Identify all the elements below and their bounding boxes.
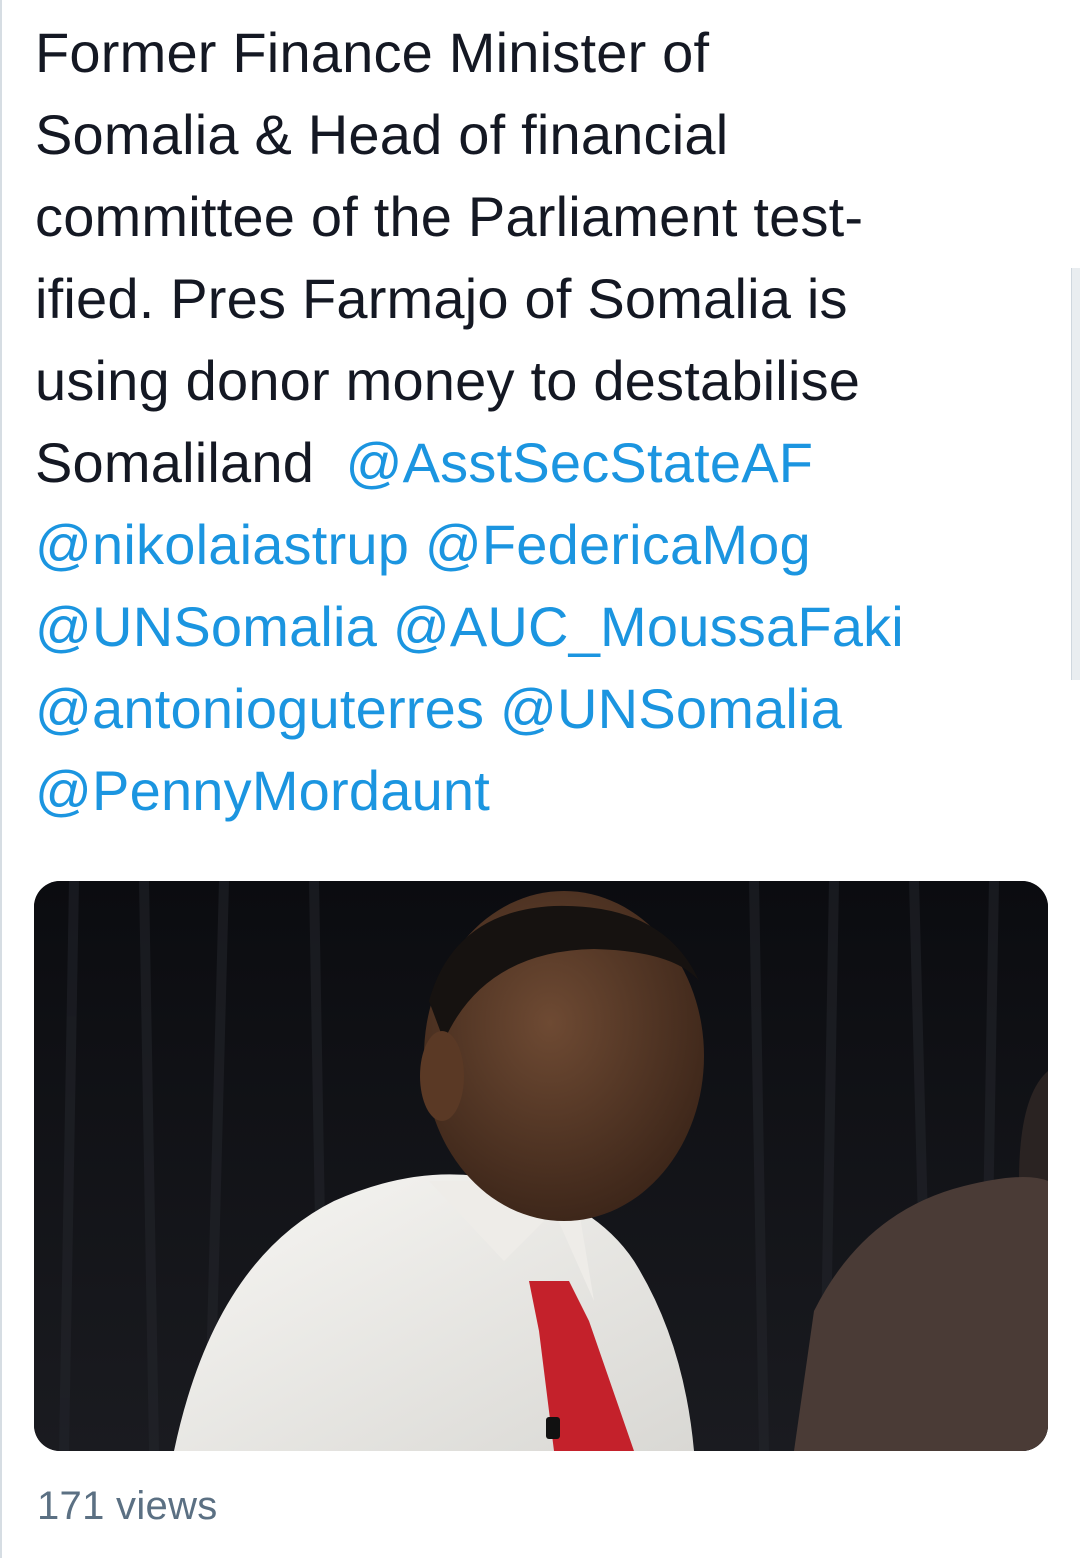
tweet-line: @UNSomalia @AUC_MoussaFaki <box>35 586 1045 668</box>
mention-link[interactable]: @UNSomalia <box>35 595 377 658</box>
video-thumbnail[interactable] <box>34 881 1048 1451</box>
tweet-line: Somaliland @AsstSecStateAF <box>35 422 1045 504</box>
tweet-text-segment: Former Finance Minister of <box>35 21 710 84</box>
tweet-text-segment <box>377 595 393 658</box>
scrollbar[interactable] <box>1071 268 1080 680</box>
tweet-line: @antonioguterres @UNSomalia <box>35 668 1045 750</box>
tweet-line: Somalia & Head of financial <box>35 94 1045 176</box>
mention-link[interactable]: @antonioguterres <box>35 677 484 740</box>
tweet-text-segment: Somalia & Head of financial <box>35 103 729 166</box>
mention-link[interactable]: @nikolaiastrup <box>35 513 409 576</box>
tweet-text-segment: committee of the Parliament test- <box>35 185 864 248</box>
mention-link[interactable]: @AUC_MoussaFaki <box>393 595 904 658</box>
tweet-text-segment: Somaliland <box>35 431 346 494</box>
tweet-text-segment <box>484 677 500 740</box>
mention-link[interactable]: @UNSomalia <box>500 677 842 740</box>
tweet-line: @nikolaiastrup @FedericaMog <box>35 504 1045 586</box>
thread-divider <box>0 0 2 1558</box>
tweet-line: ified. Pres Farmajo of Somalia is <box>35 258 1045 340</box>
tweet-text-segment <box>409 513 425 576</box>
view-count: 171 views <box>37 1484 218 1528</box>
tweet-text-segment: using donor money to destabilise <box>35 349 861 412</box>
tweet-text: Former Finance Minister of Somalia & Head… <box>35 12 1045 832</box>
tweet-line: Former Finance Minister of <box>35 12 1045 94</box>
tweet-text-segment: ified. Pres Farmajo of Somalia is <box>35 267 848 330</box>
tweet-line: using donor money to destabilise <box>35 340 1045 422</box>
mention-link[interactable]: @PennyMordaunt <box>35 759 490 822</box>
video-frame <box>34 881 1048 1451</box>
mention-link[interactable]: @AsstSecStateAF <box>346 431 814 494</box>
tweet-line: committee of the Parliament test- <box>35 176 1045 258</box>
mention-link[interactable]: @FedericaMog <box>425 513 811 576</box>
tweet-line: @PennyMordaunt <box>35 750 1045 832</box>
